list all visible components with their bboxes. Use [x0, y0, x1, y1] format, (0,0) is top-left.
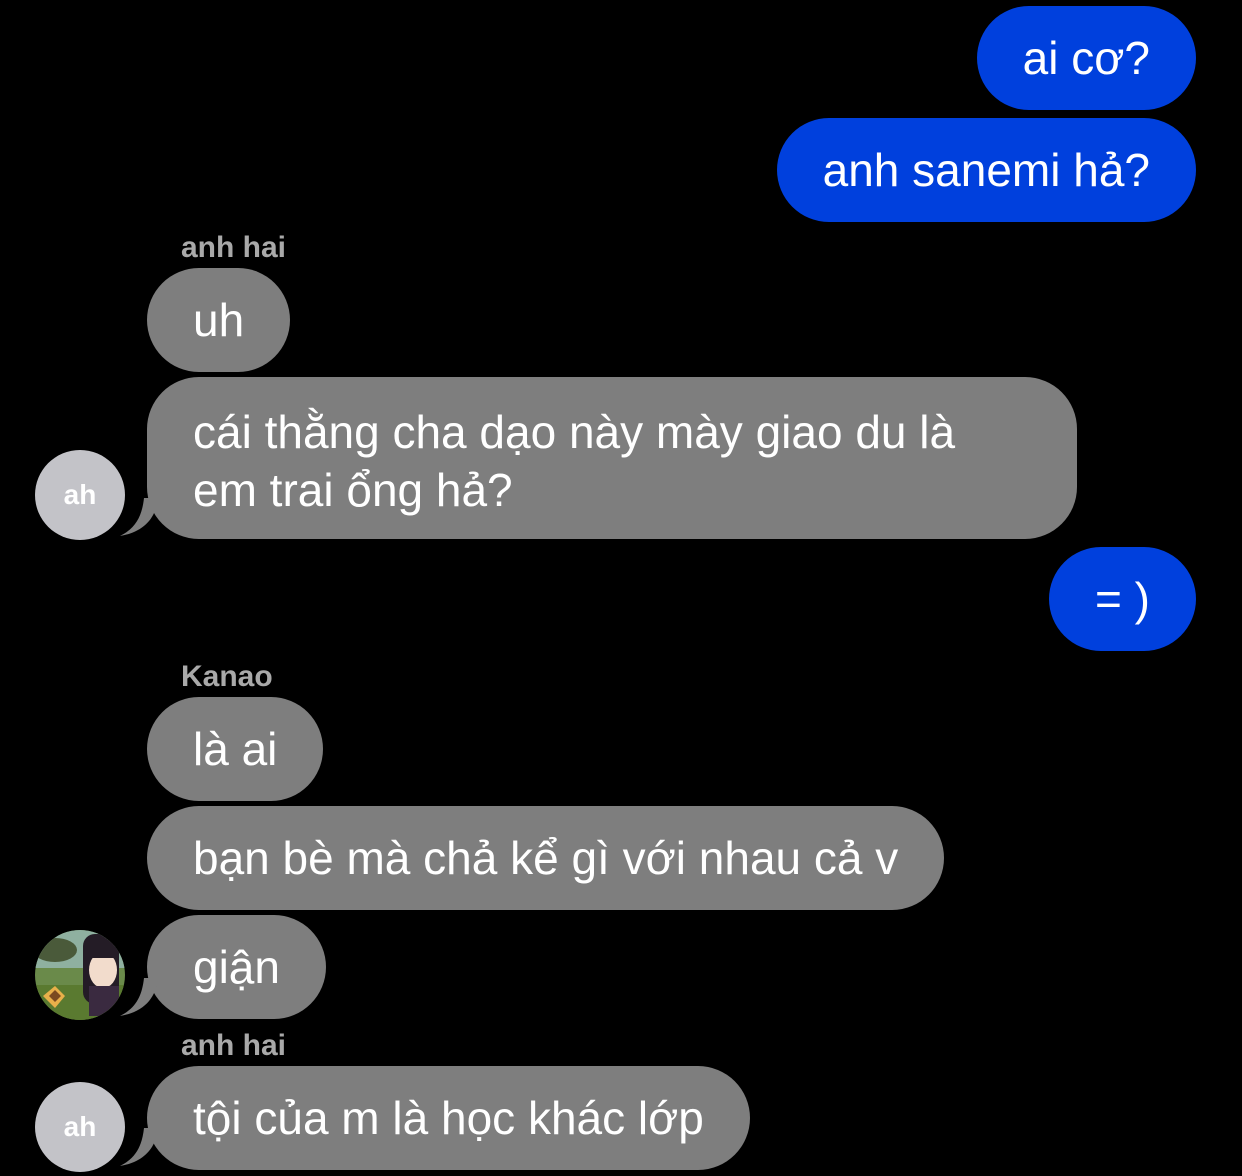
- message-bubble-received[interactable]: bạn bè mà chả kể gì với nhau cả v: [147, 806, 945, 910]
- kanao-avatar-image-icon: [35, 930, 125, 1020]
- message-text: = ): [1095, 573, 1150, 625]
- message-bubble-received[interactable]: cái thằng cha dạo này mày giao du là em …: [147, 377, 1077, 539]
- sender-name: Kanao: [181, 660, 273, 693]
- message-text: uh: [193, 294, 245, 346]
- message-text: anh sanemi hả?: [822, 144, 1150, 196]
- message-bubble-received[interactable]: giận: [147, 915, 326, 1019]
- message-bubble-sent[interactable]: ai cơ?: [976, 6, 1196, 110]
- avatar-initials: ah: [63, 1111, 97, 1142]
- message-bubble-received[interactable]: tội của m là học khác lớp: [147, 1066, 750, 1170]
- avatar[interactable]: ah: [35, 1082, 125, 1172]
- avatar-initials: ah: [63, 479, 97, 510]
- message-text: cái thằng cha dạo này mày giao du là em …: [193, 406, 956, 516]
- message-bubble-sent[interactable]: = ): [1049, 547, 1196, 651]
- message-bubble-sent[interactable]: anh sanemi hả?: [776, 118, 1196, 222]
- message-bubble-received[interactable]: uh: [147, 268, 291, 372]
- sender-name: anh hai: [181, 231, 287, 264]
- message-bubble-received[interactable]: là ai: [147, 697, 324, 801]
- message-text: tội của m là học khác lớp: [193, 1092, 704, 1144]
- message-text: là ai: [193, 723, 278, 775]
- sender-name: anh hai: [181, 1029, 287, 1062]
- message-text: ai cơ?: [1022, 32, 1150, 84]
- avatar[interactable]: ah: [35, 450, 125, 540]
- kanao-avatar[interactable]: [35, 930, 125, 1020]
- message-text: giận: [193, 941, 280, 993]
- message-text: bạn bè mà chả kể gì với nhau cả v: [193, 832, 899, 884]
